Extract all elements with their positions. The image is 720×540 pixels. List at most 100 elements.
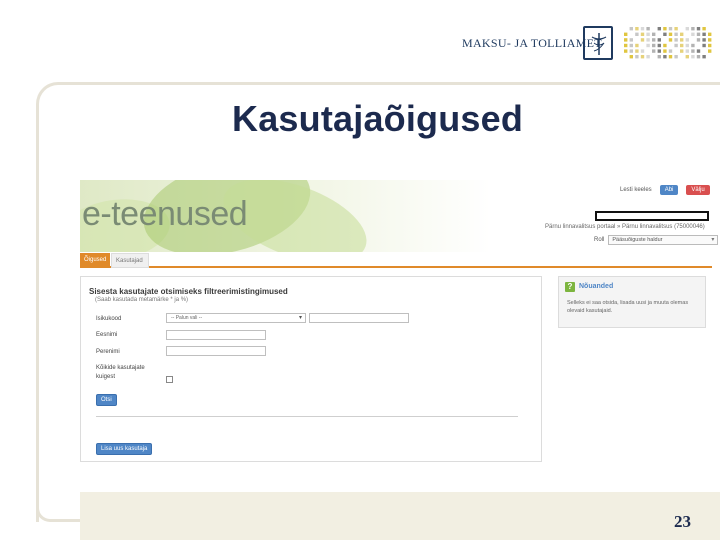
dot-grid-dot	[640, 32, 645, 36]
emblem-icon	[583, 26, 613, 60]
dot-grid-dot	[685, 43, 689, 48]
dot-grid-dot	[652, 32, 656, 36]
dot-grid-dot	[657, 49, 661, 53]
perenimi-input[interactable]	[166, 346, 266, 356]
tab-users[interactable]: Kasutajad	[111, 253, 149, 268]
app-brand: e-teenused	[82, 195, 248, 233]
dot-grid-dot	[646, 55, 650, 59]
header-login: Lesti keeles Abi Välju	[620, 185, 710, 195]
dot-grid-dot	[702, 32, 706, 36]
dot-grid-dot	[640, 38, 645, 42]
dot-grid-dot	[702, 38, 706, 42]
dot-grid-dot	[708, 49, 712, 53]
dot-grid-dot	[680, 49, 684, 53]
help-panel: ? Nõuanded Selleks ei saa otsida, lisada…	[558, 276, 706, 328]
dot-grid-dot	[629, 55, 633, 59]
all-users-label-2: kuigest	[96, 374, 116, 380]
dot-grid-dot	[680, 38, 684, 42]
dot-grid-dot	[657, 55, 661, 59]
dot-grid-dot	[696, 38, 701, 42]
dot-grid-dot	[646, 32, 650, 36]
dot-grid-dot	[685, 55, 689, 59]
dot-grid-dot	[691, 43, 695, 48]
dot-grid-dot	[680, 43, 684, 48]
help-button[interactable]: Abi	[659, 185, 679, 195]
dot-grid-dot	[646, 27, 650, 31]
dot-grid-dot	[696, 27, 701, 31]
slide-title: Kasutajaõigused	[232, 98, 524, 139]
role-select[interactable]: Pääsuõiguste haldur	[608, 235, 719, 245]
dot-grid-dot	[629, 43, 633, 48]
dot-grid-dot	[646, 43, 650, 48]
role-label: Roll	[594, 237, 605, 243]
all-users-checkbox[interactable]	[166, 376, 173, 383]
all-users-label-1: Kõikide kasutajate	[96, 365, 145, 371]
dot-grid-dot	[652, 43, 656, 48]
dot-grid-dot	[708, 32, 712, 36]
dot-grid-dot	[708, 43, 712, 48]
tab-rights[interactable]: Õigused	[80, 253, 110, 268]
panel-divider	[96, 416, 518, 417]
perenimi-label: Perenimi	[96, 349, 120, 355]
dot-grid-dot	[691, 32, 695, 36]
dot-grid-dot	[624, 43, 628, 48]
dot-grid-dot	[708, 38, 712, 42]
dot-grid-dot	[674, 55, 678, 59]
dot-grid-dot	[629, 38, 633, 42]
dot-grid-dot	[657, 43, 661, 48]
dot-grid-dot	[629, 27, 633, 31]
footer-corner	[36, 492, 80, 522]
portal-breadcrumb: Pärnu linnavalitsus portaal » Pärnu linn…	[545, 224, 705, 230]
dot-grid-dot	[663, 55, 667, 59]
dot-grid-dot	[657, 38, 661, 42]
language-link[interactable]: Lesti keeles	[620, 187, 652, 193]
dot-grid-dot	[663, 49, 667, 53]
dot-grid-dot	[674, 38, 678, 42]
dot-grid-dot	[668, 32, 673, 36]
logout-button[interactable]: Välju	[686, 185, 710, 195]
dot-grid-dot	[674, 43, 678, 48]
dot-grid-dot	[668, 49, 673, 53]
dot-grid-dot	[652, 49, 656, 53]
dot-grid-dot	[640, 27, 645, 31]
app-screenshot: e-teenused Lesti keeles Abi Välju Pärnu …	[80, 180, 719, 470]
help-text: Selleks ei saa otsida, lisada uusi ja mu…	[567, 300, 689, 314]
logo-text: MAKSU- JA TOLLIAMET	[462, 36, 602, 50]
dot-grid-dot	[685, 27, 689, 31]
dot-grid-dot	[691, 27, 695, 31]
isikukood-input[interactable]	[309, 313, 409, 323]
dot-grid-dot	[635, 49, 639, 53]
dot-grid-dot	[702, 43, 706, 48]
dot-grid-dot	[668, 38, 673, 42]
dot-grid-dot	[663, 27, 667, 31]
dot-grid-dot	[691, 49, 695, 53]
dot-grid-dot	[696, 49, 701, 53]
eesnimi-input[interactable]	[166, 330, 266, 340]
dot-grid-dot	[624, 32, 628, 36]
dot-grid-dot	[663, 43, 667, 48]
search-panel-subtitle: (Saab kasutada metamärke * ja %)	[95, 297, 189, 303]
dot-grid-icon	[624, 27, 712, 59]
dot-grid-dot	[702, 55, 706, 59]
search-button[interactable]: Otsi	[96, 394, 117, 406]
dot-grid-dot	[668, 55, 673, 59]
dot-grid-dot	[668, 27, 673, 31]
dot-grid-dot	[685, 49, 689, 53]
add-user-button[interactable]: Lisa uus kasutaja	[96, 443, 153, 455]
dot-grid-dot	[691, 55, 695, 59]
dot-grid-dot	[696, 32, 701, 36]
dot-grid-dot	[635, 27, 639, 31]
isikukood-country-select[interactable]: -- Palun vali --	[166, 313, 306, 323]
dot-grid-dot	[685, 38, 689, 42]
dot-grid-dot	[640, 55, 645, 59]
dot-grid-dot	[696, 55, 701, 59]
role-selector: Roll Pääsuõiguste haldur	[594, 235, 719, 245]
dot-grid-dot	[624, 38, 628, 42]
search-panel-title: Sisesta kasutajate otsimiseks filtreerim…	[89, 287, 288, 296]
search-panel	[80, 276, 542, 462]
dot-grid-dot	[635, 43, 639, 48]
help-title: Nõuanded	[579, 283, 614, 290]
page-number: 23	[674, 512, 691, 531]
dot-grid-dot	[652, 38, 656, 42]
dot-grid-dot	[646, 38, 650, 42]
